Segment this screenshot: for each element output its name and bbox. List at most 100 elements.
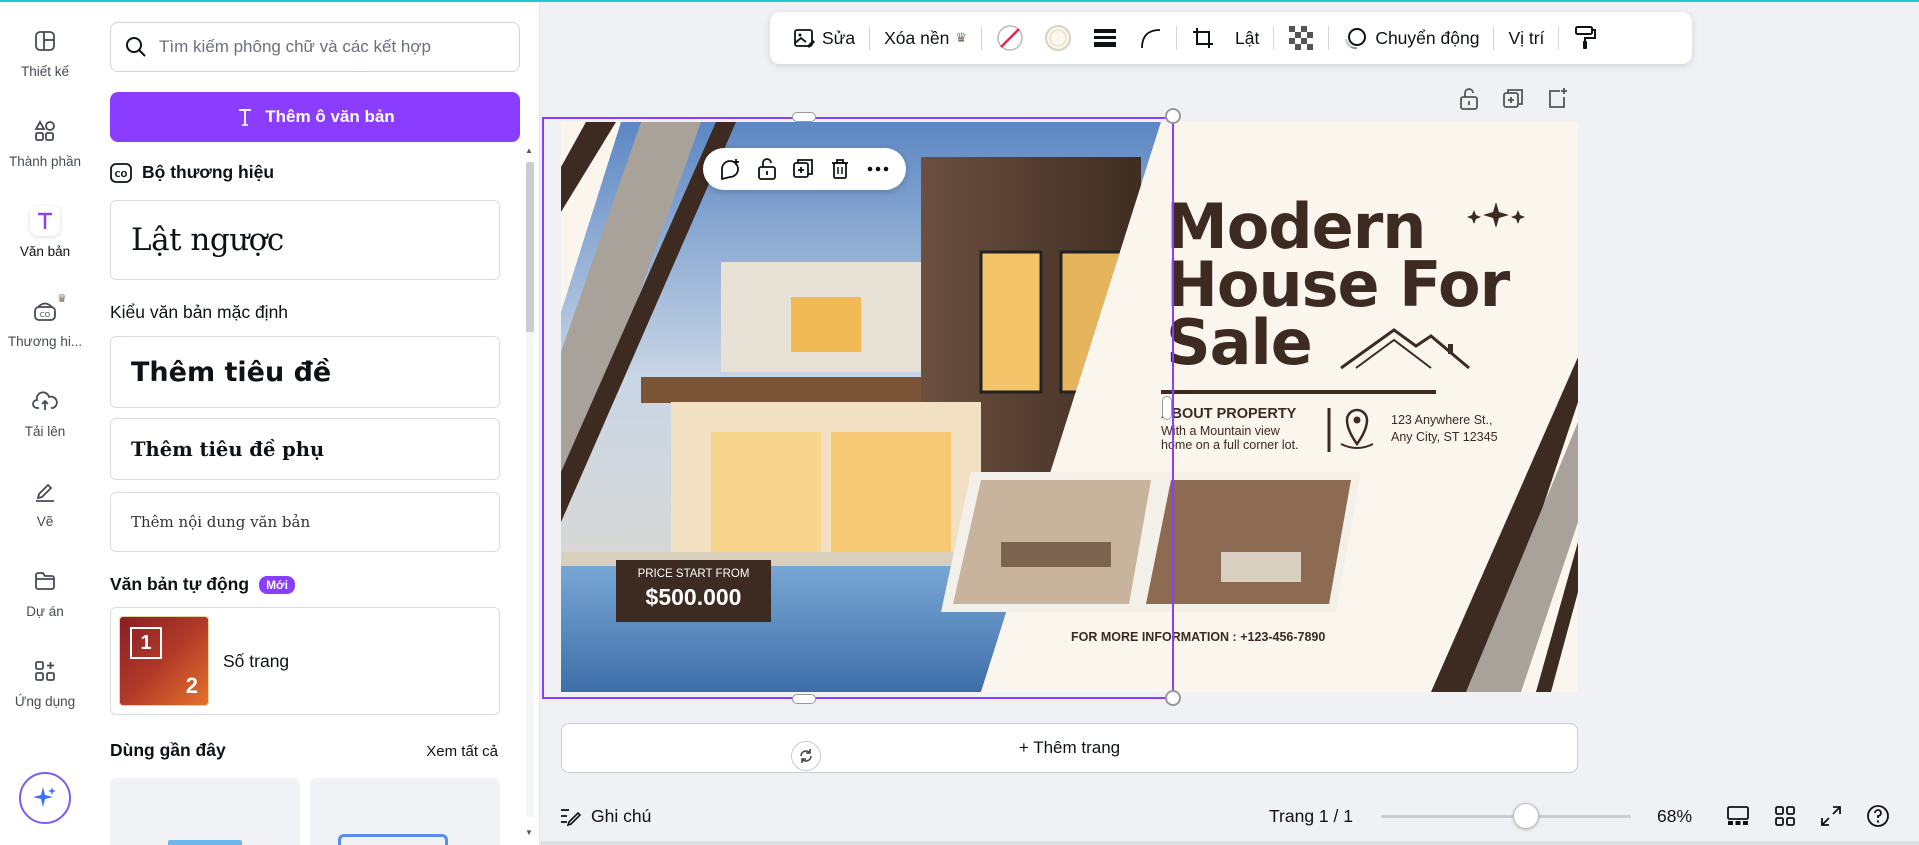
page-thumb-1: 1 (130, 627, 162, 659)
rail-item-brand[interactable]: ♛ CO Thương hi... (0, 284, 90, 368)
resize-handle[interactable] (792, 694, 816, 704)
toolbar-divider (1273, 26, 1275, 50)
corner-radius-icon (1141, 29, 1161, 49)
about-line: home on a full corner lot. (1161, 438, 1299, 452)
brand-kit-heading[interactable]: CO Bộ thương hiệu (110, 162, 274, 183)
more-options-icon[interactable] (865, 157, 891, 181)
rail-item-apps[interactable]: Ứng dụng (0, 644, 90, 728)
magic-assistant-button[interactable] (19, 772, 71, 824)
trash-icon[interactable] (829, 157, 851, 181)
body-sample: Thêm nội dung văn bản (131, 513, 311, 531)
toolbar-divider (1328, 26, 1330, 50)
add-textbox-button[interactable]: Thêm ô văn bản (110, 92, 520, 142)
rail-label: Tải lên (24, 424, 66, 439)
toolbar-divider (1175, 26, 1177, 50)
pages-view-icon[interactable] (1726, 805, 1750, 827)
zoom-slider[interactable] (1381, 803, 1631, 829)
page-indicator[interactable]: Trang 1 / 1 (1269, 806, 1353, 827)
rail-item-elements[interactable]: Thành phần (0, 104, 90, 188)
edit-label: Sửa (822, 27, 856, 48)
animate-label: Chuyển động (1375, 27, 1480, 48)
recent-heading: Dùng gần đây (110, 740, 226, 761)
about-line: With a Mountain view (1161, 424, 1280, 438)
bottom-edge (541, 841, 1919, 845)
animate-button[interactable]: Chuyển động (1333, 18, 1489, 58)
left-rail: Thiết kế Thành phần Văn bản ♛ CO Thương … (0, 2, 90, 845)
rail-item-design[interactable]: Thiết kế (0, 14, 90, 98)
price-label[interactable]: PRICE START FROM (616, 568, 771, 580)
scroll-up-icon[interactable]: ▲ (525, 146, 533, 155)
notes-button[interactable]: Ghi chú (559, 806, 651, 827)
rail-item-projects[interactable]: Dự án (0, 554, 90, 638)
design-canvas[interactable]: Modern House For Sale ABOUT PROPERTY Wit… (561, 122, 1578, 692)
add-body-card[interactable]: Thêm nội dung văn bản (110, 492, 500, 552)
view-controls (1726, 804, 1890, 828)
toolbar-divider (869, 26, 871, 50)
add-page-button[interactable]: + Thêm trang (561, 723, 1578, 773)
bottom-bar: Ghi chú Trang 1 / 1 68% (541, 795, 1919, 837)
rotate-handle[interactable] (791, 741, 821, 771)
flip-label: Lật (1234, 27, 1260, 48)
edit-button[interactable]: Sửa (782, 18, 865, 58)
panel-scroll-area[interactable]: CO Bộ thương hiệu Lật ngược Kiểu văn bản… (110, 154, 520, 845)
add-subheading-card[interactable]: Thêm tiêu đề phụ (110, 418, 500, 480)
help-icon[interactable] (1866, 804, 1890, 828)
resize-handle[interactable] (1165, 690, 1181, 706)
duplicate-icon[interactable] (792, 157, 814, 181)
layout-icon (30, 26, 60, 56)
crop-button[interactable] (1181, 18, 1225, 58)
corner-rounding-button[interactable] (1128, 18, 1172, 58)
rail-item-text[interactable]: Văn bản (0, 194, 90, 278)
copy-style-button[interactable] (1563, 18, 1607, 58)
rail-label: Văn bản (19, 244, 71, 259)
add-heading-card[interactable]: Thêm tiêu đề (110, 336, 500, 408)
remove-bg-label: Xóa nền (884, 27, 950, 48)
see-all-link[interactable]: Xem tất cả (426, 743, 498, 760)
brand-text-sample[interactable]: Lật ngược (110, 200, 500, 280)
default-styles-heading: Kiểu văn bản mặc định (110, 302, 288, 323)
recent-item[interactable] (110, 778, 300, 845)
lock-icon[interactable] (756, 157, 778, 181)
rail-item-draw[interactable]: Vẽ (0, 464, 90, 548)
add-page-icon[interactable] (1546, 87, 1568, 111)
scroll-thumb[interactable] (526, 162, 534, 332)
grid-view-icon[interactable] (1774, 805, 1796, 827)
panel-scrollbar[interactable]: ▲ ▼ (520, 142, 540, 845)
rail-item-uploads[interactable]: Tải lên (0, 374, 90, 458)
border-color-swatch-button[interactable] (1034, 18, 1082, 58)
text-icon (239, 109, 252, 126)
add-textbox-label: Thêm ô văn bản (265, 107, 395, 126)
flip-button[interactable]: Lật (1225, 18, 1269, 58)
toolbar-divider (980, 26, 982, 50)
font-search-input[interactable]: Tìm kiếm phông chữ và các kết hợp (110, 22, 520, 72)
price-value[interactable]: $500.000 (616, 584, 771, 611)
transparency-icon (1289, 26, 1314, 50)
comment-add-icon[interactable] (718, 157, 742, 181)
about-body[interactable]: With a Mountain view home on a full corn… (1161, 424, 1299, 452)
zoom-slider-thumb[interactable] (1512, 803, 1539, 829)
recent-item[interactable] (310, 778, 500, 845)
border-style-button[interactable] (1082, 18, 1128, 58)
zoom-level[interactable]: 68% (1657, 806, 1692, 827)
subheading-sample: Thêm tiêu đề phụ (131, 437, 325, 461)
info-line[interactable]: FOR MORE INFORMATION : +123-456-7890 (1071, 630, 1325, 644)
page-number-card[interactable]: 1 2 Số trang (110, 607, 500, 715)
heading-sample: Thêm tiêu đề (131, 356, 332, 388)
duplicate-page-icon[interactable] (1502, 87, 1524, 111)
transparency-button[interactable] (1278, 18, 1324, 58)
lock-icon[interactable] (1458, 87, 1480, 111)
border-color-button[interactable] (986, 18, 1034, 58)
resize-handle[interactable] (792, 112, 816, 122)
fullscreen-icon[interactable] (1820, 805, 1842, 827)
design-title[interactable]: Modern House For Sale (1166, 196, 1510, 374)
scroll-down-icon[interactable]: ▼ (525, 828, 533, 837)
position-button[interactable]: Vị trí (1498, 18, 1554, 58)
resize-handle[interactable] (1162, 396, 1172, 420)
text-icon (30, 206, 60, 236)
rail-label: Ứng dụng (14, 694, 76, 709)
about-heading[interactable]: ABOUT PROPERTY (1161, 406, 1296, 422)
resize-handle[interactable] (1165, 108, 1181, 124)
address-text[interactable]: 123 Anywhere St., Any City, ST 12345 (1391, 412, 1498, 446)
remove-bg-button[interactable]: Xóa nền ♛ (874, 18, 977, 58)
draw-pen-icon (30, 476, 60, 506)
